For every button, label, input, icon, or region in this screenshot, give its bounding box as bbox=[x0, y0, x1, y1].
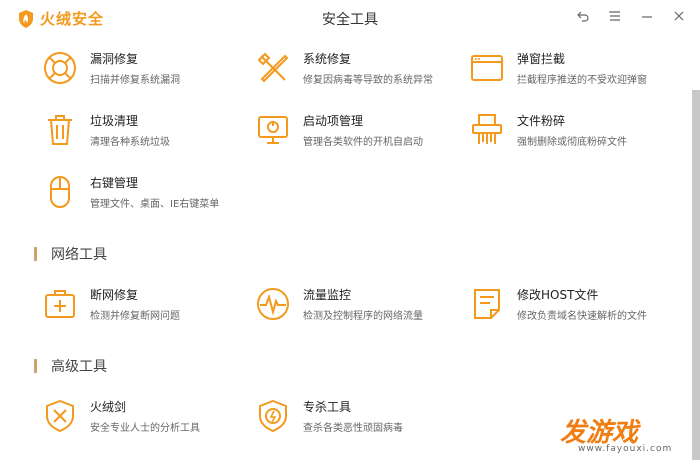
section-title: 网络工具 bbox=[51, 247, 107, 263]
tool-desc: 查杀各类恶性顽固病毒 bbox=[303, 423, 403, 434]
tool-desc: 清理各种系统垃圾 bbox=[90, 137, 170, 148]
watermark-sub-text: www.fayouxi.com bbox=[578, 444, 673, 454]
pulse-icon bbox=[253, 284, 293, 324]
tool-huorong-sword[interactable]: 火绒剑 安全专业人士的分析工具 bbox=[40, 396, 200, 436]
mouse-icon bbox=[40, 172, 80, 212]
tool-name: 启动项管理 bbox=[303, 114, 364, 128]
monitor-power-icon bbox=[253, 110, 293, 150]
shredder-icon bbox=[467, 110, 507, 150]
tool-desc: 检测及控制程序的网络流量 bbox=[303, 311, 423, 322]
tool-name: 火绒剑 bbox=[90, 400, 127, 414]
tool-name: 漏洞修复 bbox=[90, 52, 139, 66]
tool-desc: 检测并修复断网问题 bbox=[90, 311, 180, 322]
wrench-screwdriver-icon bbox=[253, 48, 293, 88]
close-icon[interactable] bbox=[672, 8, 686, 24]
back-icon[interactable] bbox=[576, 8, 590, 24]
first-aid-kit-icon bbox=[40, 284, 80, 324]
tool-desc: 强制删除或彻底粉碎文件 bbox=[517, 137, 627, 148]
section-bar bbox=[34, 359, 37, 373]
tool-name: 断网修复 bbox=[90, 288, 139, 302]
tool-name: 流量监控 bbox=[303, 288, 352, 302]
tool-junk-clean[interactable]: 垃圾清理 清理各种系统垃圾 bbox=[40, 110, 170, 150]
tool-edit-hosts[interactable]: 修改HOST文件 修改负责域名快速解析的文件 bbox=[467, 284, 647, 324]
tool-system-repair[interactable]: 系统修复 修复因病毒等导致的系统异常 bbox=[253, 48, 433, 88]
tool-context-menu[interactable]: 右键管理 管理文件、桌面、IE右键菜单 bbox=[40, 172, 219, 212]
tool-name: 修改HOST文件 bbox=[517, 288, 599, 302]
tool-virus-killer[interactable]: 专杀工具 查杀各类恶性顽固病毒 bbox=[253, 396, 403, 436]
tool-name: 系统修复 bbox=[303, 52, 352, 66]
section-title: 高级工具 bbox=[51, 359, 107, 375]
tool-desc: 管理文件、桌面、IE右键菜单 bbox=[90, 199, 220, 210]
tool-traffic-monitor[interactable]: 流量监控 检测及控制程序的网络流量 bbox=[253, 284, 423, 324]
shield-swords-icon bbox=[40, 396, 80, 436]
shield-bolt-icon bbox=[253, 396, 293, 436]
section-network: 网络工具 bbox=[34, 244, 107, 264]
tool-popup-block[interactable]: 弹窗拦截 拦截程序推送的不受欢迎弹窗 bbox=[467, 48, 647, 88]
section-bar bbox=[34, 247, 37, 261]
vertical-scrollbar[interactable] bbox=[692, 90, 700, 460]
tool-name: 弹窗拦截 bbox=[517, 52, 566, 66]
minimize-icon[interactable] bbox=[640, 8, 654, 24]
tool-file-shredder[interactable]: 文件粉碎 强制删除或彻底粉碎文件 bbox=[467, 110, 627, 150]
shield-lifebuoy-icon bbox=[40, 48, 80, 88]
tool-desc: 拦截程序推送的不受欢迎弹窗 bbox=[517, 75, 647, 86]
tool-network-repair[interactable]: 断网修复 检测并修复断网问题 bbox=[40, 284, 180, 324]
tool-name: 右键管理 bbox=[90, 176, 139, 190]
tool-desc: 安全专业人士的分析工具 bbox=[90, 423, 200, 434]
tool-desc: 扫描并修复系统漏洞 bbox=[90, 75, 180, 86]
tool-desc: 修复因病毒等导致的系统异常 bbox=[303, 75, 433, 86]
tool-desc: 修改负责域名快速解析的文件 bbox=[517, 311, 647, 322]
document-edit-icon bbox=[467, 284, 507, 324]
trash-icon bbox=[40, 110, 80, 150]
tool-name: 文件粉碎 bbox=[517, 114, 566, 128]
tool-name: 专杀工具 bbox=[303, 400, 352, 414]
window-icon bbox=[467, 48, 507, 88]
tool-vulnerability-fix[interactable]: 漏洞修复 扫描并修复系统漏洞 bbox=[40, 48, 180, 88]
menu-icon[interactable] bbox=[608, 8, 622, 24]
section-advanced: 高级工具 bbox=[34, 356, 107, 376]
tool-name: 垃圾清理 bbox=[90, 114, 139, 128]
tool-startup-manager[interactable]: 启动项管理 管理各类软件的开机自启动 bbox=[253, 110, 423, 150]
tool-desc: 管理各类软件的开机自启动 bbox=[303, 137, 423, 148]
watermark-logo: 发游戏 www.fayouxi.com bbox=[560, 412, 700, 460]
title-bar: 火绒安全 安全工具 bbox=[0, 0, 700, 34]
